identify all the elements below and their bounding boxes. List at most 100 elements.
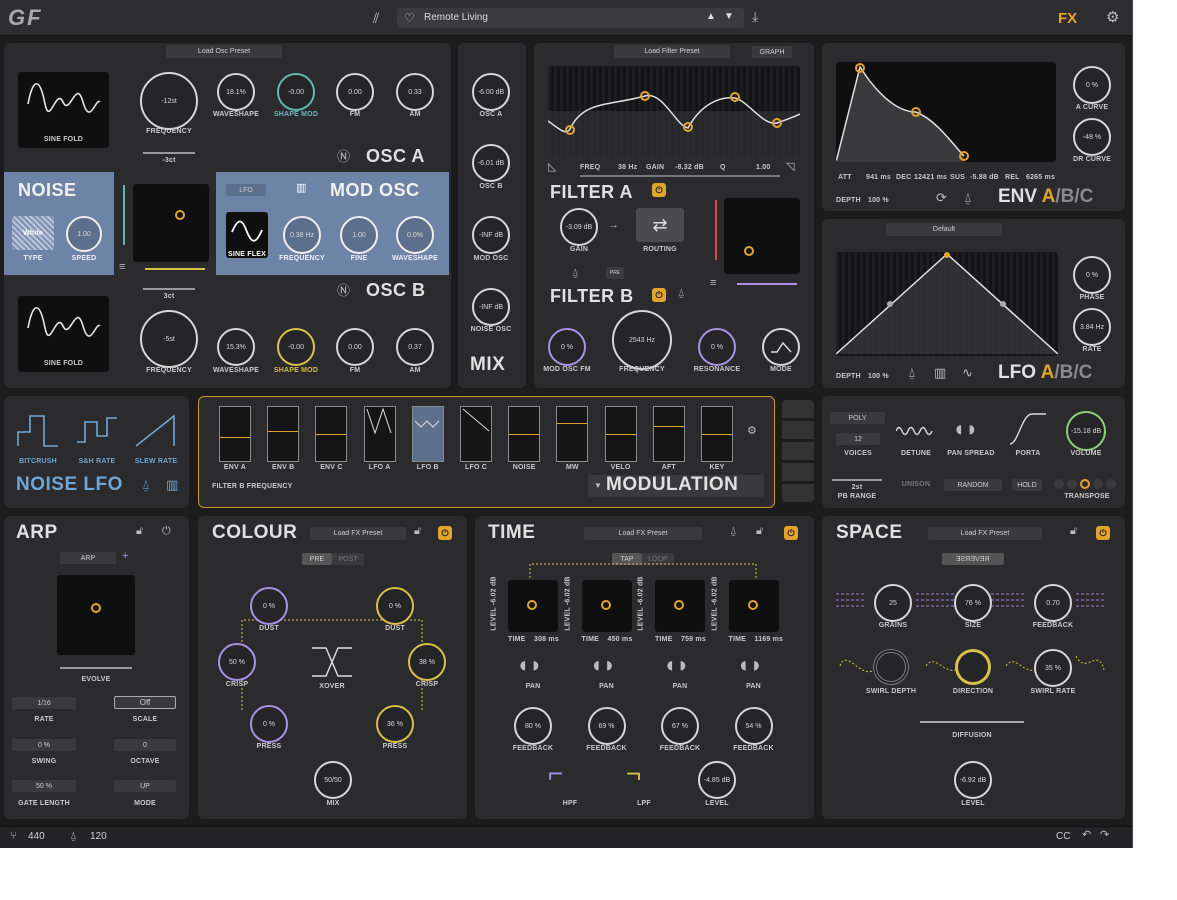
prev-preset-icon[interactable]: ▲ — [706, 12, 716, 22]
volume-knob[interactable]: -15.18 dB — [1066, 411, 1106, 451]
osc-b-wave-screen[interactable]: SINE FOLD — [18, 296, 109, 372]
filter-band-sliders[interactable] — [580, 175, 780, 177]
osc-b-waveshape-knob[interactable]: 15.3% — [217, 328, 255, 366]
osc-a-am-knob[interactable]: 0.33 — [396, 73, 434, 111]
lpf-icon[interactable]: ¬ — [626, 760, 641, 786]
pb-range-slider[interactable] — [832, 479, 882, 481]
colour-pre-toggle[interactable]: PRE — [302, 553, 332, 565]
time-metronome-icon[interactable]: ⍙ — [730, 526, 737, 537]
mod-slot-key[interactable] — [701, 406, 733, 462]
time-power-button[interactable]: ⏻ — [784, 526, 798, 540]
fx-button[interactable]: FX — [1058, 10, 1077, 27]
filter-routing-button[interactable]: ⇄ — [636, 208, 684, 242]
lfo-graph[interactable] — [836, 252, 1058, 356]
osc-b-shape-mod-knob[interactable]: -0.00 — [277, 328, 315, 366]
mod-slot-noise[interactable] — [508, 406, 541, 462]
detune-icon[interactable] — [896, 424, 936, 438]
lfo-phase-knob[interactable]: 0 % — [1073, 256, 1111, 294]
env-loop-icon[interactable]: ⟳ — [936, 191, 947, 204]
arp-scale-selector[interactable]: Off — [114, 696, 176, 709]
noise-speed-knob[interactable]: 1.00 — [66, 216, 102, 252]
env-dr-curve-knob[interactable]: -48 % — [1073, 118, 1111, 156]
tap-feedback-knob[interactable]: 80 % — [514, 707, 552, 745]
xy-handle[interactable] — [747, 600, 758, 610]
colour-post-toggle[interactable]: POST — [332, 553, 364, 565]
tap-3-pad[interactable] — [655, 580, 705, 632]
arp-mode-selector[interactable]: ARP — [60, 552, 116, 564]
osc-a-wave-screen[interactable]: SINE FOLD — [18, 72, 109, 148]
mod-x-slider[interactable] — [145, 268, 205, 270]
slew-rate-icon[interactable] — [134, 412, 178, 448]
colour-power-button[interactable]: ⏻ — [438, 526, 452, 540]
osc-a-shape-mod-knob[interactable]: -0.00 — [277, 73, 315, 111]
filter-a-power-button[interactable]: ⏻ — [652, 183, 666, 197]
modulation-settings-icon[interactable]: ⚙ — [747, 426, 757, 437]
filter-preset-selector[interactable]: Load Filter Preset — [614, 45, 730, 58]
mod-slot-lfo-b[interactable] — [411, 406, 444, 462]
mix-osc-a-knob[interactable]: -6.00 dB — [472, 73, 510, 111]
arp-evolve-pad[interactable] — [57, 575, 135, 655]
arp-rate-selector[interactable]: 1/16 — [12, 697, 76, 709]
porta-icon[interactable] — [1008, 412, 1048, 446]
pan-spread-icon[interactable]: ◖◗ — [952, 418, 979, 440]
piano-keys-icon[interactable]: ▥ — [296, 183, 306, 194]
space-diffusion-slider[interactable] — [920, 721, 1024, 723]
filter-gain-knob[interactable]: -3.09 dB — [560, 208, 598, 246]
filter-resonance-knob[interactable]: 0 % — [698, 328, 736, 366]
xy-handle[interactable] — [527, 600, 537, 610]
heart-icon[interactable]: ♡ — [404, 12, 415, 24]
download-icon[interactable]: ⤓ — [752, 9, 758, 23]
mod-slot-env-b[interactable] — [267, 406, 300, 462]
colour-dust-2-knob[interactable]: 0 % — [376, 587, 414, 625]
arp-add-icon[interactable]: + — [122, 551, 128, 562]
space-reverse-toggle[interactable]: REVERSE — [942, 553, 1004, 565]
lfo-preset-selector[interactable]: Default — [886, 223, 1002, 236]
env-title-bc[interactable]: /B/C — [1055, 186, 1093, 207]
filter-frequency-knob[interactable]: 2543 Hz — [612, 310, 672, 370]
transpose-dot[interactable] — [1080, 479, 1090, 489]
menu-lines-icon[interactable]: ≡ — [119, 262, 125, 273]
next-preset-icon[interactable]: ▼ — [724, 12, 734, 22]
noise-lfo-piano-icon[interactable]: ▥ — [166, 478, 178, 491]
osc-a-waveshape-knob[interactable]: 18.1% — [217, 73, 255, 111]
colour-lock-icon[interactable]: 🔓︎ — [414, 526, 421, 537]
tuning-value[interactable]: 440 — [28, 831, 45, 842]
filter-x-slider[interactable] — [737, 283, 797, 285]
filter-highcut-icon[interactable]: ◹ — [786, 162, 794, 173]
env-title-a[interactable]: A — [1042, 186, 1056, 207]
osc-preset-selector[interactable]: Load Osc Preset — [166, 45, 282, 58]
mod-xy-pad[interactable] — [133, 184, 209, 262]
env-a-curve-knob[interactable]: 0 % — [1073, 66, 1111, 104]
filter-vertical-slider[interactable] — [715, 200, 717, 260]
mod-slot-lfo-c[interactable] — [460, 406, 492, 462]
arp-octave-selector[interactable]: 0 — [114, 739, 176, 751]
space-preset-selector[interactable]: Load FX Preset — [928, 527, 1042, 540]
time-preset-selector[interactable]: Load FX Preset — [584, 527, 702, 540]
filter-b-power-button[interactable]: ⏻ — [652, 288, 666, 302]
transpose-dot[interactable] — [1054, 479, 1064, 489]
arp-lock-icon[interactable]: 🔓︎ — [136, 526, 143, 537]
lfo-wave-icon[interactable]: ∿ — [962, 366, 973, 379]
mod-osc-fine-knob[interactable]: 1.00 — [340, 216, 378, 254]
filter-mod-osc-fm-knob[interactable]: 0 % — [548, 328, 586, 366]
xy-handle[interactable] — [744, 246, 754, 256]
lfo-title-a[interactable]: A — [1041, 362, 1055, 383]
colour-press-1-knob[interactable]: 0 % — [250, 705, 288, 743]
osc-b-fm-knob[interactable]: 0.00 — [336, 328, 374, 366]
filter-lowcut-icon[interactable]: ◺ — [548, 162, 556, 173]
mod-osc-frequency-knob[interactable]: 0.38 Hz — [283, 216, 321, 254]
tap-2-pad[interactable] — [581, 580, 632, 632]
hold-button[interactable]: HOLD — [1012, 479, 1042, 491]
osc-b-am-knob[interactable]: 0.37 — [396, 328, 434, 366]
tap-1-pad[interactable] — [508, 580, 558, 632]
tap-feedback-knob[interactable]: 69 % — [587, 707, 626, 745]
colour-dust-1-knob[interactable]: 0 % — [250, 587, 288, 625]
redo-icon[interactable]: ↷ — [1100, 830, 1109, 841]
colour-crisp-1-knob[interactable]: 50 % — [218, 643, 256, 681]
hpf-icon[interactable]: ⌐ — [548, 760, 563, 786]
space-swirl-depth-knob[interactable] — [873, 649, 909, 685]
bpm-value[interactable]: 120 — [90, 831, 107, 842]
mod-osc-waveshape-knob[interactable]: 0.0% — [396, 216, 434, 254]
arp-gate-value[interactable]: 50 % — [12, 780, 76, 792]
undo-icon[interactable]: ↶ — [1082, 830, 1091, 841]
